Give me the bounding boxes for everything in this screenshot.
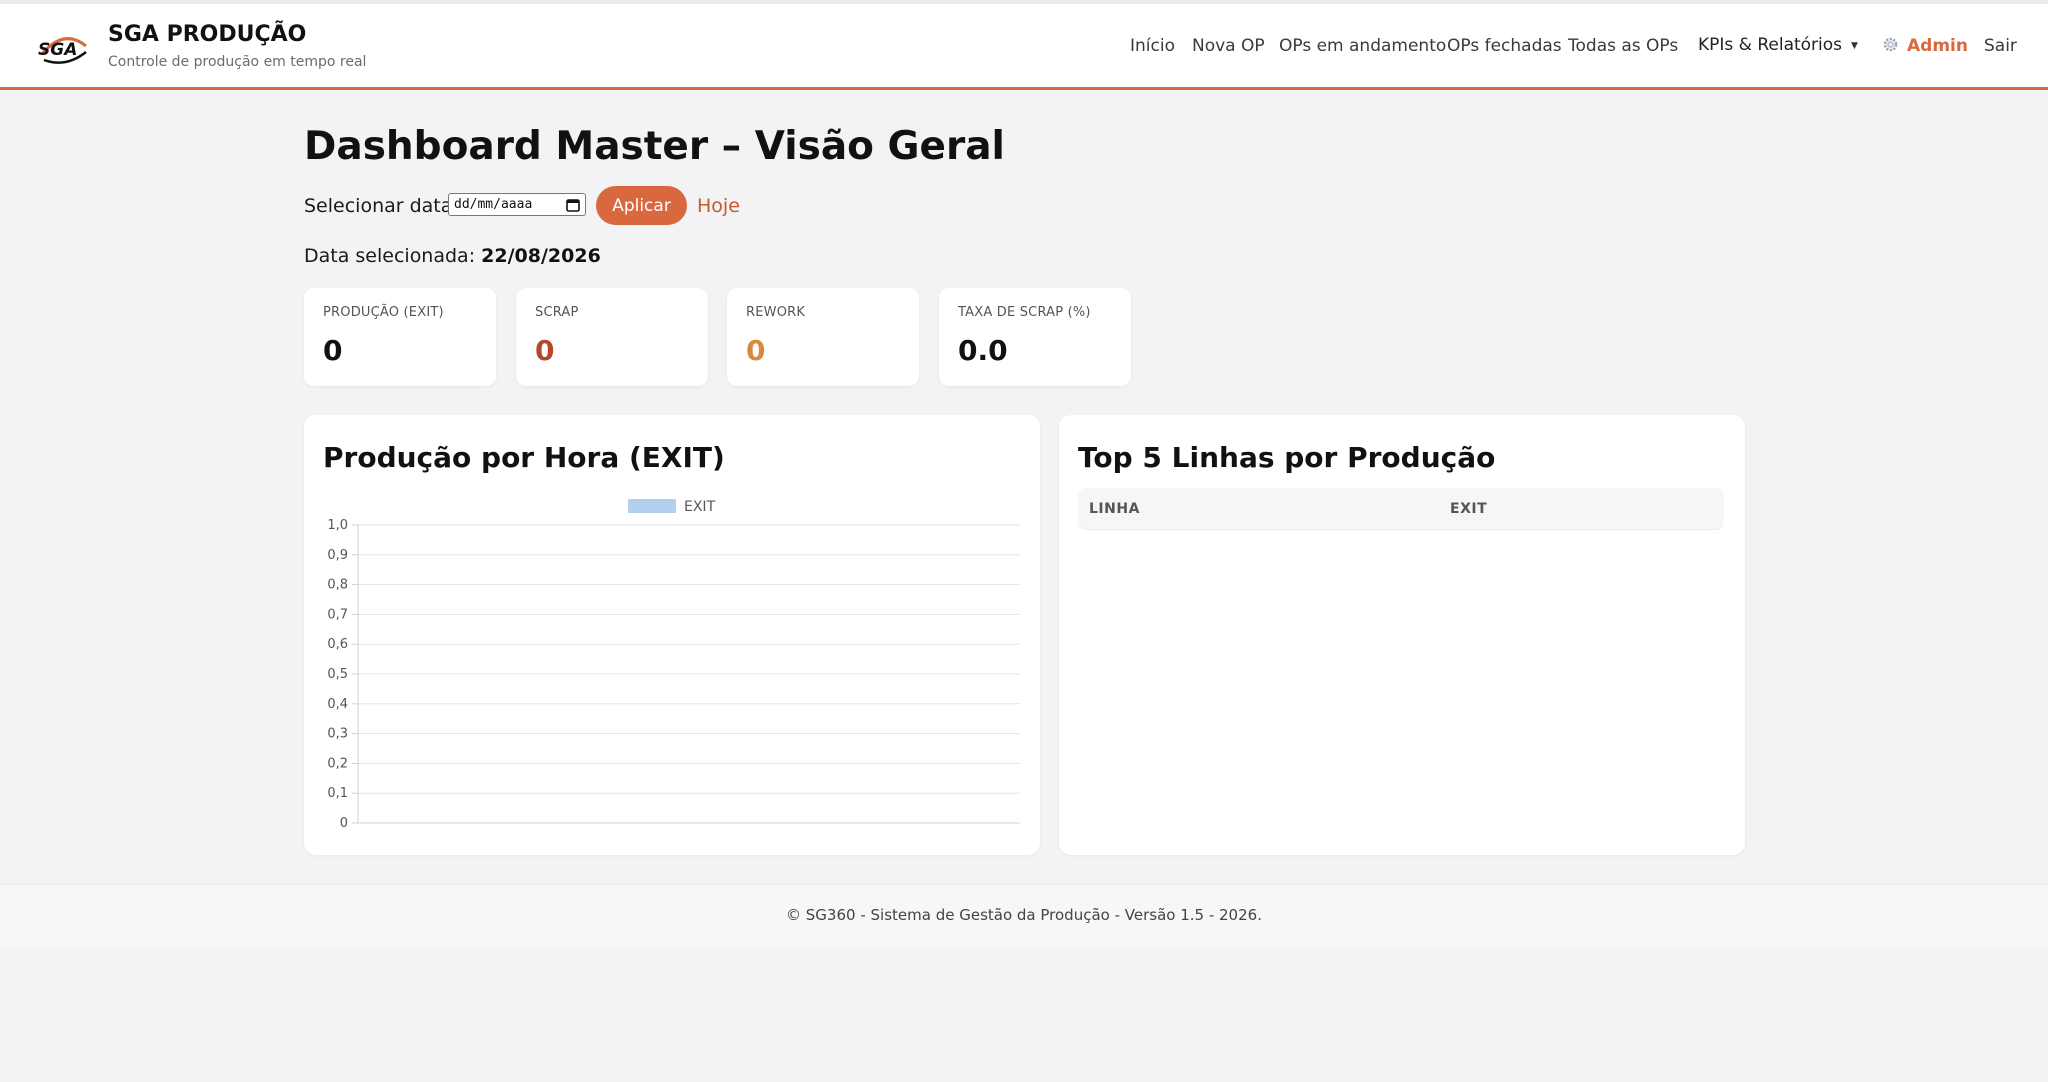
kpi-card-rework: REWORK 0 [727,288,919,386]
nav-todas-as-ops[interactable]: Todas as OPs [1568,36,1678,56]
caret-down-icon: ▼ [1851,41,1858,51]
nav-nova-op[interactable]: Nova OP [1192,36,1265,56]
y-tick-label: 0,1 [327,786,348,801]
kpi-value: 0 [535,334,555,367]
nav-kpis-label: KPIs & Relatórios [1698,35,1843,55]
admin-link[interactable]: Admin [1882,36,1968,56]
footer-text: © SG360 - Sistema de Gestão da Produção … [786,906,1262,924]
date-input[interactable]: dd/mm/aaaa [448,193,586,216]
kpi-value: 0.0 [958,334,1008,367]
selected-date-label: Data selecionada: [304,245,476,267]
kpi-label: PRODUÇÃO (EXIT) [323,305,444,320]
selected-date-value: 22/08/2026 [481,245,601,267]
kpi-label: TAXA DE SCRAP (%) [958,305,1091,320]
top-lines-title: Top 5 Linhas por Produção [1078,441,1496,474]
apply-button[interactable]: Aplicar [596,186,687,225]
y-tick-label: 0,2 [327,756,348,771]
legend-label: EXIT [684,499,716,515]
selected-date: Data selecionada: 22/08/2026 [304,245,601,267]
y-tick-label: 1,0 [327,518,348,533]
kpi-label: REWORK [746,305,806,320]
y-tick-label: 0,9 [327,548,348,563]
nav-ops-em-andamento[interactable]: OPs em andamento [1279,36,1446,56]
y-tick-label: 0,3 [327,727,348,742]
date-label: Selecionar data: [304,195,459,217]
y-tick-label: 0,4 [327,697,348,712]
y-tick-label: 0,8 [327,578,348,593]
kpi-value: 0 [323,334,343,367]
app-header: SGA SGA PRODUÇÃO Controle de produção em… [0,4,2048,90]
legend-swatch [628,499,676,513]
calendar-icon[interactable] [566,198,580,212]
kpi-card-taxa-scrap: TAXA DE SCRAP (%) 0.0 [939,288,1131,386]
page-title: Dashboard Master – Visão Geral [304,124,1005,169]
admin-label: Admin [1907,36,1968,56]
gear-icon [1883,37,1898,52]
kpi-value: 0 [746,334,766,367]
logout-link[interactable]: Sair [1984,36,2017,56]
chart-card: Produção por Hora (EXIT) 0 0,1 0,2 0,3 0,4 0,… [304,415,1040,855]
top-lines-table-header: LINHA EXIT [1078,488,1724,530]
app-footer: © SG360 - Sistema de Gestão da Produção … [0,884,2048,946]
column-header-exit: EXIT [1450,501,1488,517]
column-header-linha: LINHA [1089,501,1140,517]
y-tick-label: 0,6 [327,637,348,652]
main-nav: Início Nova OP OPs em andamento OPs fech… [0,4,2048,87]
kpi-card-producao: PRODUÇÃO (EXIT) 0 [304,288,496,386]
kpi-label: SCRAP [535,305,579,320]
top-lines-card: Top 5 Linhas por Produção LINHA EXIT [1059,415,1745,855]
nav-kpis-dropdown[interactable]: KPIs & Relatórios ▼ [1698,35,1858,55]
today-link[interactable]: Hoje [697,195,740,217]
y-tick-label: 0,7 [327,607,348,622]
kpi-card-scrap: SCRAP 0 [516,288,708,386]
date-placeholder: dd/mm/aaaa [454,197,533,212]
nav-inicio[interactable]: Início [1130,36,1175,56]
nav-ops-fechadas[interactable]: OPs fechadas [1447,36,1562,56]
y-tick-label: 0,5 [327,667,348,682]
hourly-production-chart: 0 0,1 0,2 0,3 0,4 0,5 0,6 0,7 0,8 0,9 1,0 EXIT [327,499,1020,831]
y-tick-label: 0 [340,816,348,831]
